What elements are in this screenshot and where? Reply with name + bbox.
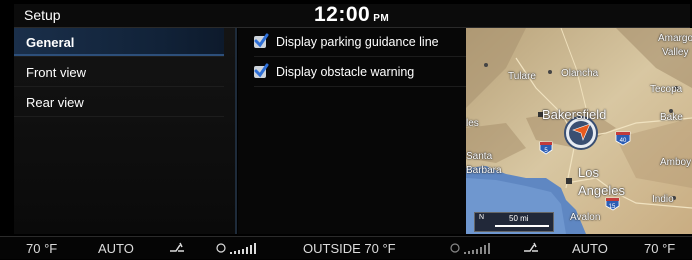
map-label-bakersfield: Bakersfield [542,107,607,122]
clock: 12:00 PM [314,3,389,27]
map-label-indio: Indio [652,194,674,205]
map-label-angeles: Angeles [578,183,625,198]
map-label-olancha: Olancha [561,68,599,79]
north-indicator: N [479,214,485,221]
setup-screen: Setup 12:00 PM General Front view Rear vi… [0,0,692,259]
left-auto-mode[interactable]: AUTO [98,241,134,256]
climate-bar: 70 °F AUTO OUTSIDE 70 °F AUTO 70 °F [0,236,692,259]
menu-item-rear-view[interactable]: Rear view [14,88,224,117]
panel-divider [235,28,237,234]
options-panel: Display parking guidance line Display ob… [238,28,466,234]
map-label-amboy: Amboy [660,157,692,168]
option-obstacle-warning[interactable]: Display obstacle warning [254,58,466,87]
map-label-bake: Bake [660,112,683,123]
map-label-tulare: Tulare [508,71,536,82]
top-bar: Setup 12:00 PM [14,3,690,28]
navigation-map[interactable]: 5 40 15 Amargos Valley Tulare Olancha T [466,28,692,234]
shield-label: 40 [620,138,627,144]
clock-ampm: PM [373,13,390,24]
map-label-les: les [466,118,479,129]
option-parking-guidance[interactable]: Display parking guidance line [254,28,466,57]
airflow-icon[interactable] [168,241,186,260]
scale-distance: 50 mi [509,214,529,223]
airflow-icon[interactable] [522,241,540,260]
map-label-los: Los [578,165,599,180]
map-label-avalon: Avalon [570,212,601,223]
map-label-barbara: Barbara [466,165,502,176]
right-auto-mode[interactable]: AUTO [572,241,608,256]
option-label: Display obstacle warning [276,65,415,79]
shield-label: 15 [609,204,616,210]
map-scale: N 50 mi [474,212,554,232]
settings-menu: General Front view Rear view [14,28,236,234]
menu-item-label: General [26,35,75,50]
fan-speed-icon[interactable] [216,241,262,260]
checkbox-checked-icon[interactable] [254,63,269,78]
scale-bar [495,225,549,227]
clock-time: 12:00 [314,3,371,26]
map-label-amargosa: Amargos [658,33,692,44]
menu-item-label: Front view [26,65,86,80]
map-label-santa: Santa [466,151,493,162]
menu-item-front-view[interactable]: Front view [14,58,224,87]
outside-temperature: OUTSIDE 70 °F [303,241,396,256]
map-label-valley: Valley [662,47,689,58]
fan-speed-icon[interactable] [450,241,496,260]
left-temperature[interactable]: 70 °F [26,241,57,256]
page-title: Setup [24,7,61,23]
right-temperature[interactable]: 70 °F [644,241,675,256]
menu-item-general[interactable]: General [14,28,224,57]
map-label-tecopa: Tecopa [650,84,683,95]
menu-item-label: Rear view [26,95,84,110]
checkbox-checked-icon[interactable] [254,33,269,48]
option-label: Display parking guidance line [276,35,439,49]
